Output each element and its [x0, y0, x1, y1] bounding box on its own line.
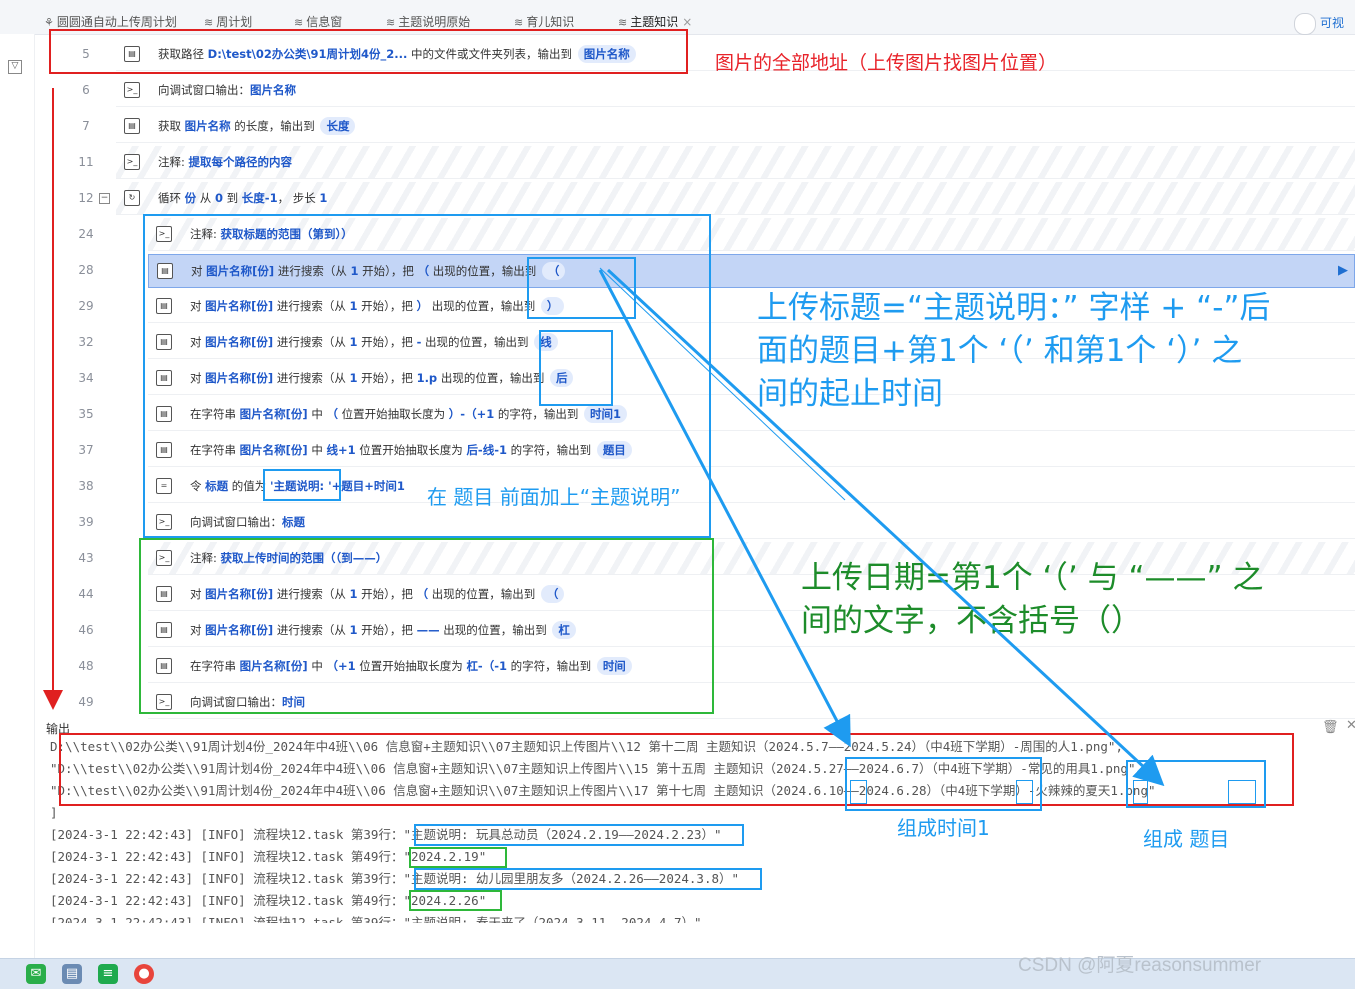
- annotation-box-paren: [527, 257, 636, 319]
- left-rail: ▽: [0, 34, 35, 974]
- cmd-param: 图片名称: [184, 119, 231, 133]
- command-text: 获取 图片名称 的长度，输出到 长度: [158, 110, 356, 142]
- trash-icon[interactable]: 🗑: [1322, 720, 1339, 735]
- annotation-box-log4: [409, 890, 502, 911]
- line-number: 39: [78, 515, 94, 529]
- line-number: 28: [78, 263, 94, 277]
- line-number: 38: [78, 479, 94, 493]
- cmd-param: 0: [214, 191, 223, 205]
- line-number: 37: [78, 443, 94, 457]
- layers-icon: ≋: [514, 16, 524, 29]
- line-number: 48: [78, 659, 94, 673]
- line-number: 43: [78, 551, 94, 565]
- visual-toggle[interactable]: 可视化: [1294, 12, 1355, 53]
- annotation-box-log3: [414, 868, 762, 890]
- tab-label: 主题知识: [630, 15, 679, 29]
- cmd-text: 的长度，输出到: [230, 119, 319, 133]
- command-text: 循环 份 从 0 到 长度-1， 步长 1: [158, 182, 327, 214]
- tab-label: 周计划: [216, 15, 253, 29]
- line-number: 29: [78, 299, 94, 313]
- annotation-full-path: 图片的全部地址（上传图片找图片位置）: [715, 52, 1058, 74]
- line-number: 11: [78, 155, 94, 169]
- chrome-icon[interactable]: ●: [134, 964, 154, 984]
- line-number: 49: [78, 695, 94, 709]
- command-text: 向调试窗口输出：图片名称: [158, 74, 296, 106]
- tab-label: 信息窗: [306, 15, 343, 29]
- tab-label: 圆圆通自动上传周计划: [56, 15, 177, 29]
- fold-toggle-icon[interactable]: −: [99, 193, 110, 204]
- flow-card[interactable]: ↻ 循环 份 从 0 到 长度-1， 步长 1: [116, 182, 1355, 215]
- layers-icon: ≋: [294, 16, 304, 29]
- flow-row[interactable]: 11 >_ 注释: 提取每个路径的内容: [34, 144, 1355, 180]
- cmd-param: 长度-1: [241, 191, 278, 205]
- loop-icon: ↻: [124, 190, 140, 206]
- annotation-box-log2: [409, 847, 507, 868]
- terminal-icon: >_: [124, 154, 140, 170]
- output-line: [2024-3-1 22:42:43] [INFO] 流程块12.task 第3…: [50, 915, 702, 923]
- notes-icon[interactable]: ≡: [98, 964, 118, 984]
- flow-row[interactable]: 6 >_ 向调试窗口输出：图片名称: [34, 72, 1355, 108]
- toggle-switch[interactable]: [1294, 12, 1316, 35]
- wechat-icon[interactable]: ✉: [26, 964, 46, 984]
- line-number: 34: [78, 371, 94, 385]
- terminal-icon: >_: [124, 82, 140, 98]
- annotation-compose-title: 组成 题目: [1143, 827, 1230, 851]
- cmd-param: 份: [184, 191, 197, 205]
- annotation-upload-title: 上传标题=“主题说明：” 字样 + “-”后 面的题目+第1个 ‘（’ 和第1个…: [757, 290, 1271, 412]
- line-number: 44: [78, 587, 94, 601]
- flow-row[interactable]: 7 ▤ 获取 图片名称 的长度，输出到 长度: [34, 108, 1355, 144]
- watermark: CSDN @阿夏reasonsummer: [1018, 955, 1262, 976]
- tab-label: 主题说明原始: [398, 15, 471, 29]
- cmd-text: 循环: [158, 191, 185, 205]
- cmd-param: 提取每个路径的内容: [188, 155, 293, 169]
- line-number: 46: [78, 623, 94, 637]
- close-tab-icon[interactable]: ×: [682, 15, 692, 29]
- flow-card[interactable]: >_ 注释: 提取每个路径的内容: [116, 146, 1355, 179]
- annotation-compose-time: 组成时间1: [897, 816, 990, 840]
- annotation-box-time-close: [1016, 780, 1033, 804]
- cmd-param: 1: [319, 191, 328, 205]
- cmd-text: 获取: [158, 119, 185, 133]
- tab-label: 育儿知识: [526, 15, 575, 29]
- command-text: 注释: 提取每个路径的内容: [158, 146, 292, 178]
- flow-card[interactable]: >_ 向调试窗口输出：图片名称: [116, 74, 1355, 107]
- cmd-text: 到: [222, 191, 242, 205]
- flow-row[interactable]: 12− ↻ 循环 份 从 0 到 长度-1， 步长 1: [34, 180, 1355, 216]
- close-icon[interactable]: ✕: [1346, 718, 1355, 733]
- layers-icon: ≋: [204, 16, 214, 29]
- flow-card[interactable]: ▤ 获取 图片名称 的长度，输出到 长度: [116, 110, 1355, 143]
- line-number: 32: [78, 335, 94, 349]
- annotation-box-path: [49, 29, 688, 74]
- line-number: 7: [82, 119, 90, 133]
- line-number: 24: [78, 227, 94, 241]
- cmd-text: 向调试窗口输出：: [158, 83, 250, 97]
- annotation-upload-date: 上传日期=第1个 ‘（’ 与 “——” 之 间的文字，不含括号（）: [801, 560, 1264, 639]
- monitor-icon[interactable]: ▤: [62, 964, 82, 984]
- output-var-tag: 长度: [320, 117, 356, 135]
- output-line: ]: [50, 805, 58, 820]
- annotation-box-time: [845, 757, 1042, 811]
- annotation-box-dash: [539, 330, 613, 406]
- annotation-box-ext-out: [1228, 780, 1256, 804]
- annotation-box-date-block: [139, 538, 714, 714]
- cmd-text: 注释:: [158, 155, 189, 169]
- cmd-param: 图片名称: [250, 83, 296, 97]
- line-number: 6: [82, 83, 90, 97]
- annotation-prefix-note: 在 题目 前面加上“主题说明”: [427, 485, 681, 509]
- cmd-text: ， 步长: [277, 191, 320, 205]
- layers-icon: ≋: [386, 16, 396, 29]
- command-icon: ▤: [124, 118, 140, 134]
- annotation-box-prefix: [263, 469, 341, 501]
- cmd-text: 从: [196, 191, 215, 205]
- line-number: 35: [78, 407, 94, 421]
- annotation-box-log1: [414, 824, 744, 846]
- collapse-icon[interactable]: ▽: [8, 60, 22, 74]
- flow-icon: ⚘: [44, 16, 54, 29]
- annotation-box-time-open: [850, 780, 867, 804]
- run-icon[interactable]: ▶: [1338, 263, 1348, 278]
- annotation-box-dash-out: [1133, 780, 1148, 804]
- annotation-box-output: [59, 733, 1294, 806]
- layers-icon: ≋: [618, 16, 628, 29]
